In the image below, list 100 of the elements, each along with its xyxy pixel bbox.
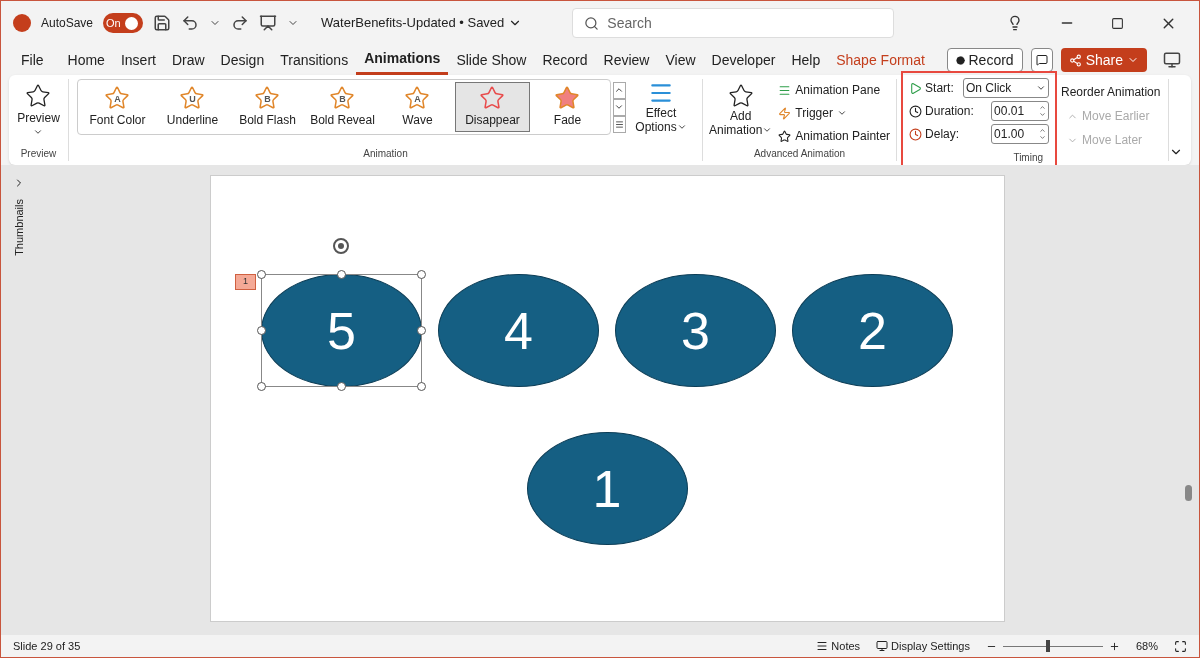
record-button[interactable]: Record xyxy=(946,48,1023,72)
resize-handle[interactable] xyxy=(257,382,266,391)
ribbon-tab[interactable]: View xyxy=(657,45,704,75)
star-icon xyxy=(329,85,356,111)
resize-handle[interactable] xyxy=(417,270,426,279)
start-label: Start: xyxy=(925,80,954,97)
gallery-more-button[interactable] xyxy=(613,115,626,133)
scrollbar-thumb[interactable] xyxy=(1184,485,1192,501)
notes-icon xyxy=(816,640,829,652)
add-animation-button[interactable]: Add Animation xyxy=(709,79,773,145)
share-icon xyxy=(1068,53,1082,67)
resize-handle[interactable] xyxy=(417,326,426,335)
search-icon xyxy=(584,16,600,31)
fit-slide-icon[interactable] xyxy=(1174,639,1187,653)
animation-tag[interactable]: 1 xyxy=(235,274,256,290)
animation-pane-button[interactable]: Animation Pane xyxy=(778,81,891,99)
lightbulb-icon[interactable] xyxy=(1007,15,1023,31)
comments-button[interactable] xyxy=(1030,48,1053,72)
ribbon-tab[interactable]: Record xyxy=(534,45,596,75)
delay-label: Delay: xyxy=(925,126,960,143)
ribbon-tab[interactable]: File xyxy=(13,45,52,75)
ribbon-tab[interactable]: Shape Format xyxy=(828,45,933,75)
effect-letter: A xyxy=(114,93,121,106)
save-icon[interactable] xyxy=(153,14,172,32)
ribbon-tab[interactable]: Draw xyxy=(163,45,213,75)
rotate-handle-icon[interactable] xyxy=(331,236,351,256)
ribbon-tab[interactable]: Review xyxy=(595,45,658,75)
ellipse-shape[interactable]: 5 xyxy=(261,274,422,387)
animation-effect[interactable]: A Font Color xyxy=(80,82,155,132)
ribbon-tab[interactable]: Slide Show xyxy=(448,45,535,75)
animation-effect[interactable]: B Bold Flash xyxy=(230,82,305,132)
effect-options-button[interactable]: Effect Options xyxy=(628,80,694,134)
ellipse-shape[interactable]: 3 xyxy=(615,274,776,387)
animation-effect[interactable]: A Wave xyxy=(380,82,455,132)
caret-icon xyxy=(1036,83,1047,93)
redo-icon[interactable] xyxy=(231,14,250,32)
animation-painter-button[interactable]: Animation Painter xyxy=(778,127,891,145)
trigger-button[interactable]: Trigger xyxy=(778,104,891,122)
zoom-percentage[interactable]: 68% xyxy=(1135,637,1158,655)
start-dropdown[interactable]: On Click xyxy=(963,78,1050,98)
ribbon-tab[interactable]: Insert xyxy=(112,45,164,75)
effect-letter: A xyxy=(414,93,421,106)
zoom-slider-track[interactable] xyxy=(1002,640,1103,652)
list-icon xyxy=(778,83,792,97)
play-icon xyxy=(909,81,923,95)
monitor-icon xyxy=(876,640,889,652)
star-icon xyxy=(778,129,792,143)
autosave-toggle[interactable]: On xyxy=(103,13,144,33)
effect-letter: U xyxy=(189,93,196,106)
caret-icon xyxy=(33,127,44,137)
animation-effect[interactable]: Fade xyxy=(530,82,605,132)
star-icon xyxy=(404,85,431,111)
group-label: Preview xyxy=(20,147,57,161)
caret-icon xyxy=(762,125,773,135)
animation-effect[interactable]: B Bold Reveal xyxy=(305,82,380,132)
resize-handle[interactable] xyxy=(337,382,346,391)
resize-handle[interactable] xyxy=(257,270,266,279)
zoom-in-icon[interactable] xyxy=(1108,640,1120,652)
lightning-icon xyxy=(778,106,792,120)
display-settings-button[interactable]: Display Settings xyxy=(876,637,970,655)
maximize-icon[interactable] xyxy=(1111,16,1124,30)
duration-label: Duration: xyxy=(925,103,974,120)
delay-spinner[interactable]: 01.00 xyxy=(991,124,1050,144)
presentation-icon[interactable] xyxy=(259,14,278,32)
ribbon-tab[interactable]: Help xyxy=(783,45,829,75)
clock-icon xyxy=(909,104,923,118)
undo-icon[interactable] xyxy=(181,14,200,32)
ellipse-shape[interactable]: 1 xyxy=(526,432,688,545)
search-field[interactable]: Search xyxy=(572,8,895,38)
resize-handle[interactable] xyxy=(257,326,266,335)
effect-letter: B xyxy=(339,93,346,106)
preview-button[interactable]: Preview xyxy=(17,79,60,141)
autosave-label: AutoSave xyxy=(41,15,94,32)
ribbon-tab[interactable]: Transitions xyxy=(272,45,357,75)
clock-icon xyxy=(909,127,923,141)
ribbon-tab[interactable]: Design xyxy=(212,45,273,75)
duration-spinner[interactable]: 00.01 xyxy=(991,101,1050,121)
more-icon xyxy=(615,119,624,129)
animation-effect[interactable]: U Underline xyxy=(155,82,230,132)
resize-handle[interactable] xyxy=(337,270,346,279)
star-icon xyxy=(179,85,206,111)
star-icon xyxy=(554,85,581,111)
record-dot-icon xyxy=(955,55,965,65)
notes-button[interactable]: Notes xyxy=(816,637,861,655)
document-title[interactable]: WaterBenefits-Updated • Saved xyxy=(321,13,523,33)
app-logo-icon xyxy=(13,14,31,32)
ribbon-tab[interactable]: Home xyxy=(59,45,113,75)
caret-icon xyxy=(836,108,847,118)
group-label: Animation xyxy=(363,147,408,161)
animation-effect[interactable]: Disappear xyxy=(455,82,530,132)
group-label: Advanced Animation xyxy=(753,147,846,161)
ellipse-shape[interactable]: 4 xyxy=(438,274,599,387)
ribbon-tab[interactable]: Developer xyxy=(703,45,784,75)
coauthoring-icon[interactable] xyxy=(1163,51,1181,69)
ellipse-shape[interactable]: 2 xyxy=(792,274,953,387)
share-button[interactable]: Share xyxy=(1060,48,1147,72)
group-label: Timing xyxy=(1013,151,1045,165)
thumbnails-label[interactable]: Thumbnails xyxy=(10,199,28,256)
resize-handle[interactable] xyxy=(417,382,426,391)
zoom-slider-thumb[interactable] xyxy=(1046,640,1051,652)
